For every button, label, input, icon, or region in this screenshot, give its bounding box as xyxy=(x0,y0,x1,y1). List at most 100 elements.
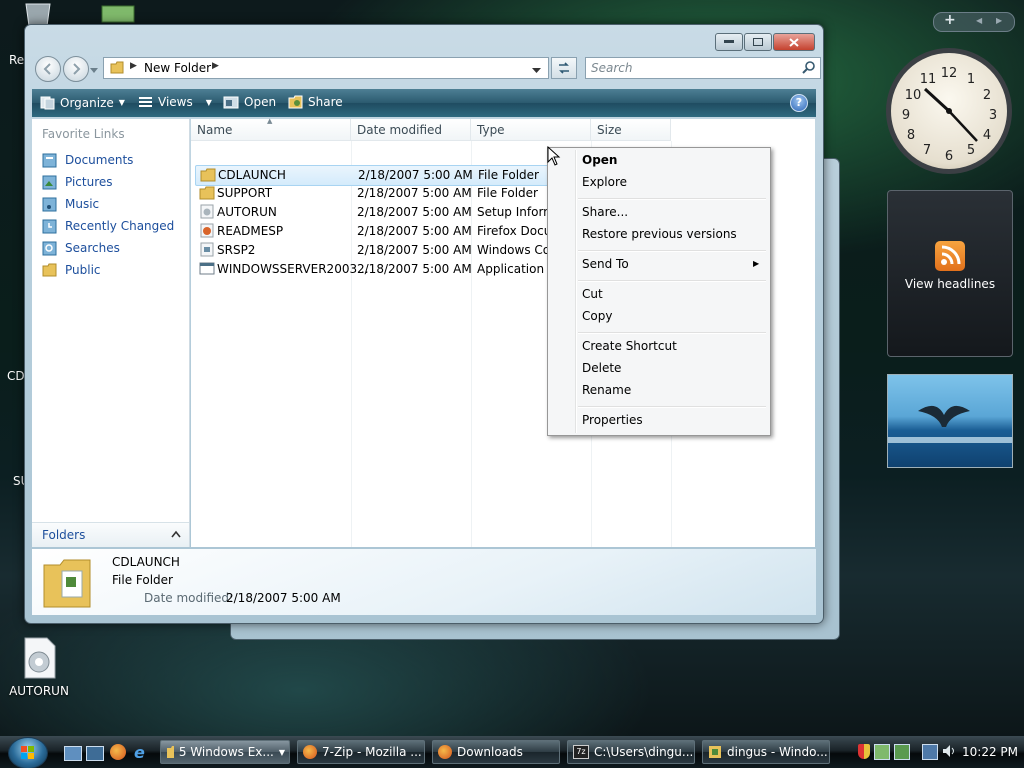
menu-item-explore[interactable]: Explore xyxy=(582,175,627,189)
recent-pages-dropdown[interactable] xyxy=(90,63,98,73)
previous-gadget-icon[interactable]: ◀ xyxy=(976,16,982,25)
menu-item-rename[interactable]: Rename xyxy=(582,383,631,397)
desktop-icon-autorun[interactable]: AUTORUN xyxy=(4,636,74,698)
search-box[interactable]: Search xyxy=(585,57,821,79)
menu-item-copy[interactable]: Copy xyxy=(582,309,612,323)
network-icon[interactable] xyxy=(922,744,938,760)
menu-item-cut[interactable]: Cut xyxy=(582,287,603,301)
column-header-date[interactable]: Date modified xyxy=(351,119,471,141)
address-path[interactable]: New Folder xyxy=(144,61,211,75)
windows-file-icon xyxy=(200,242,214,257)
organize-button[interactable]: Organize ▼ xyxy=(40,95,125,110)
switch-windows-icon[interactable] xyxy=(86,746,104,761)
books-icon[interactable] xyxy=(100,2,136,24)
start-button[interactable] xyxy=(8,737,48,768)
folder-icon xyxy=(199,186,215,200)
next-gadget-icon[interactable]: ▶ xyxy=(996,16,1002,25)
menu-separator xyxy=(578,280,766,282)
setup-file-icon xyxy=(19,636,59,680)
whale-tail-photo xyxy=(888,405,1012,443)
file-name: CDLAUNCH xyxy=(218,168,286,182)
show-desktop-icon[interactable] xyxy=(64,746,82,761)
firefox-document-icon xyxy=(200,223,214,238)
organize-dropdown-icon: ▼ xyxy=(118,98,125,107)
address-bar[interactable]: ▶ New Folder ▶ xyxy=(103,57,549,79)
file-type: Windows Cor xyxy=(477,243,547,257)
task-label: dingus - Windo... xyxy=(727,745,828,759)
application-icon xyxy=(199,262,215,275)
folder-icon xyxy=(110,61,124,74)
views-icon xyxy=(139,96,152,107)
hour-hand xyxy=(923,87,951,113)
maximize-button[interactable] xyxy=(744,33,772,51)
slideshow-gadget[interactable] xyxy=(887,374,1013,468)
nav-item-documents[interactable]: Documents xyxy=(42,152,133,168)
file-row[interactable]: CDLAUNCH 2/18/2007 5:00 AM File Folder xyxy=(195,165,549,186)
folders-toggle[interactable]: Folders xyxy=(32,522,189,547)
menu-item-share[interactable]: Share... xyxy=(582,205,628,219)
navigation-pane: Favorite Links Documents Pictures Music … xyxy=(32,119,190,547)
nav-item-searches[interactable]: Searches xyxy=(42,240,120,256)
close-button[interactable] xyxy=(773,33,815,51)
search-icon[interactable] xyxy=(802,61,815,74)
open-button[interactable]: Open xyxy=(223,95,276,109)
desktop-label-partial: Re xyxy=(9,53,25,67)
clock-number: 6 xyxy=(945,149,953,164)
task-windows-explorer[interactable]: 5 Windows Ex... ▼ xyxy=(160,740,290,764)
menu-item-send-to[interactable]: Send To xyxy=(582,257,629,271)
nav-item-music[interactable]: Music xyxy=(42,196,99,212)
documents-icon xyxy=(42,153,57,168)
folder-icon xyxy=(200,168,216,182)
clock-number: 10 xyxy=(905,88,922,103)
add-gadget-icon[interactable]: + xyxy=(944,12,956,28)
column-header-size[interactable]: Size xyxy=(591,119,671,141)
file-name: SUPPORT xyxy=(217,186,273,200)
clock-number: 9 xyxy=(902,108,910,123)
address-separator-icon: ▶ xyxy=(212,61,219,71)
task-label: 7-Zip - Mozilla ... xyxy=(322,745,422,759)
music-icon xyxy=(42,197,57,212)
public-folder-icon xyxy=(42,263,57,277)
task-7zip-mozilla[interactable]: 7-Zip - Mozilla ... xyxy=(297,740,425,764)
tray-app-icon[interactable] xyxy=(894,744,910,760)
task-command-prompt[interactable]: 7z C:\Users\dingu... xyxy=(567,740,695,764)
file-name: WINDOWSSERVER2003... xyxy=(217,262,369,276)
firefox-icon xyxy=(303,745,317,759)
menu-item-properties[interactable]: Properties xyxy=(582,413,643,427)
taskbar-clock[interactable]: 10:22 PM xyxy=(962,745,1018,759)
folder-icon xyxy=(167,746,174,758)
column-header-type[interactable]: Type xyxy=(471,119,591,141)
menu-gutter xyxy=(575,150,577,433)
feed-headlines-gadget[interactable]: View headlines xyxy=(887,190,1013,357)
task-dingus-window[interactable]: dingus - Windo... xyxy=(702,740,830,764)
menu-item-create-shortcut[interactable]: Create Shortcut xyxy=(582,339,677,353)
menu-item-delete[interactable]: Delete xyxy=(582,361,621,375)
recycle-bin-icon[interactable] xyxy=(20,2,56,27)
back-button[interactable] xyxy=(35,56,61,82)
help-icon[interactable]: ? xyxy=(790,94,808,112)
setup-file-icon xyxy=(200,204,214,219)
security-shield-icon[interactable] xyxy=(858,744,870,759)
task-downloads[interactable]: Downloads xyxy=(432,740,560,764)
volume-icon[interactable] xyxy=(942,744,956,758)
tray-app-icon[interactable] xyxy=(874,744,890,760)
nav-item-pictures[interactable]: Pictures xyxy=(42,174,113,190)
address-dropdown-icon[interactable] xyxy=(532,63,541,77)
clock-gadget[interactable]: 12 1 2 3 4 5 6 7 8 9 10 11 xyxy=(886,48,1012,174)
share-button[interactable]: Share xyxy=(288,95,343,109)
internet-explorer-icon[interactable]: e xyxy=(134,743,145,762)
context-menu: Open Explore Share... Restore previous v… xyxy=(547,147,771,436)
nav-item-recently-changed[interactable]: Recently Changed xyxy=(42,218,174,234)
share-label: Share xyxy=(308,95,343,109)
nav-item-public[interactable]: Public xyxy=(42,262,101,278)
chevron-down-icon: ▼ xyxy=(278,747,285,757)
minimize-button[interactable] xyxy=(715,33,743,51)
sidebar-controls[interactable]: + ◀ ▶ xyxy=(933,12,1015,32)
forward-button[interactable] xyxy=(63,56,89,82)
views-button[interactable]: Views ▼ xyxy=(138,95,212,109)
firefox-quicklaunch-icon[interactable] xyxy=(110,744,126,760)
menu-item-open[interactable]: Open xyxy=(582,153,617,167)
refresh-button[interactable] xyxy=(551,57,577,79)
menu-item-restore-previous-versions[interactable]: Restore previous versions xyxy=(582,227,737,241)
search-placeholder: Search xyxy=(591,61,633,75)
